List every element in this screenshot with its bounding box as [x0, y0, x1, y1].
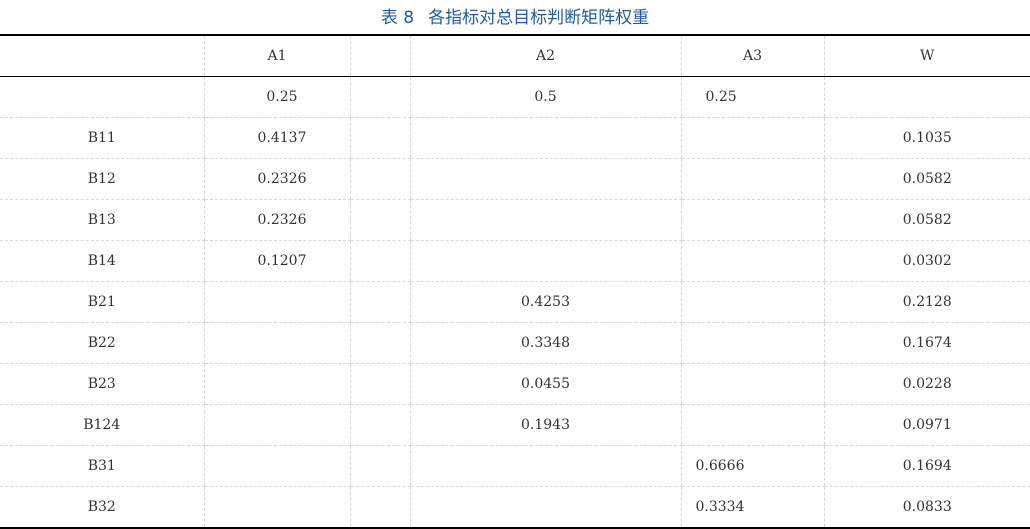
- header-cell-spacer: [349, 34, 410, 77]
- table-row: B23 0.0455 0.0228: [0, 363, 1030, 405]
- header-cell-w: W: [823, 34, 1030, 77]
- w-value-cell: 0.0833: [823, 486, 1030, 529]
- w-value-cell: 0.1035: [823, 117, 1030, 159]
- w-value-cell: 0.1694: [823, 445, 1030, 487]
- a1-value-cell: [203, 363, 350, 405]
- spacer-cell: [349, 199, 410, 241]
- w-weight-cell: [823, 76, 1030, 118]
- criteria-weights-row: 0.25 0.5 0.25: [0, 76, 1030, 118]
- a3-value-cell: [680, 240, 824, 282]
- spacer-cell: [349, 363, 410, 405]
- header-cell-a2: A2: [409, 34, 681, 77]
- spacer-cell: [349, 76, 410, 118]
- row-label-cell: B14: [0, 240, 204, 282]
- a2-value-cell: [409, 117, 681, 159]
- row-label-cell: B31: [0, 445, 204, 487]
- table-row: B13 0.2326 0.0582: [0, 199, 1030, 241]
- a2-weight-cell: 0.5: [409, 76, 681, 118]
- a1-value-cell: [203, 281, 350, 323]
- w-value-cell: 0.1674: [823, 322, 1030, 364]
- a3-weight-cell: 0.25: [680, 76, 824, 118]
- a3-value-cell: [680, 363, 824, 405]
- a2-value-cell: 0.0455: [409, 363, 681, 405]
- row-label-cell: B11: [0, 117, 204, 159]
- spacer-cell: [349, 322, 410, 364]
- a3-value-cell: [680, 158, 824, 200]
- a2-value-cell: [409, 199, 681, 241]
- spacer-cell: [349, 158, 410, 200]
- a1-value-cell: [203, 322, 350, 364]
- table-number: 表 8: [380, 8, 415, 28]
- w-value-cell: 0.0302: [823, 240, 1030, 282]
- table-row: B124 0.1943 0.0971: [0, 404, 1030, 446]
- table-row: B32 0.3334 0.0833: [0, 486, 1030, 529]
- a3-value-cell: [680, 322, 824, 364]
- a1-weight-cell: 0.25: [203, 76, 350, 118]
- a1-value-cell: [203, 486, 350, 529]
- spacer-cell: [349, 404, 410, 446]
- a3-value-cell: [680, 281, 824, 323]
- header-cell-a3: A3: [680, 34, 824, 77]
- w-value-cell: 0.0971: [823, 404, 1030, 446]
- table-row: B31 0.6666 0.1694: [0, 445, 1030, 487]
- row-label-cell: B32: [0, 486, 204, 529]
- a3-value-cell: 0.3334: [680, 486, 824, 529]
- w-value-cell: 0.0582: [823, 199, 1030, 241]
- a1-value-cell: [203, 445, 350, 487]
- a3-value-cell: [680, 404, 824, 446]
- table-row: B12 0.2326 0.0582: [0, 158, 1030, 200]
- row-label-cell: B21: [0, 281, 204, 323]
- row-label-cell: B12: [0, 158, 204, 200]
- a3-value-cell: 0.6666: [680, 445, 824, 487]
- a1-value-cell: [203, 404, 350, 446]
- a3-value-cell: [680, 117, 824, 159]
- header-cell-row-label: [0, 34, 204, 77]
- a2-value-cell: 0.1943: [409, 404, 681, 446]
- table-row: B22 0.3348 0.1674: [0, 322, 1030, 364]
- w-value-cell: 0.2128: [823, 281, 1030, 323]
- weights-table: A1 A2 A3 W 0.25 0.5 0.25 B11 0.4137 0.1035…: [0, 34, 1030, 529]
- table-row: B14 0.1207 0.0302: [0, 240, 1030, 282]
- spacer-cell: [349, 486, 410, 529]
- spacer-cell: [349, 281, 410, 323]
- header-row: A1 A2 A3 W: [0, 34, 1030, 77]
- a1-value-cell: 0.4137: [203, 117, 350, 159]
- row-label-cell: B13: [0, 199, 204, 241]
- header-cell-a1: A1: [203, 34, 350, 77]
- row-label-cell: B124: [0, 404, 204, 446]
- a2-value-cell: 0.3348: [409, 322, 681, 364]
- a2-value-cell: [409, 158, 681, 200]
- spacer-cell: [349, 117, 410, 159]
- a3-value-cell: [680, 199, 824, 241]
- a2-value-cell: [409, 445, 681, 487]
- table-row: B21 0.4253 0.2128: [0, 281, 1030, 323]
- a1-value-cell: 0.2326: [203, 199, 350, 241]
- a2-value-cell: [409, 240, 681, 282]
- w-value-cell: 0.0582: [823, 158, 1030, 200]
- a1-value-cell: 0.2326: [203, 158, 350, 200]
- table-title: 各指标对总目标判断矩阵权重: [428, 8, 650, 28]
- table-row: B11 0.4137 0.1035: [0, 117, 1030, 159]
- spacer-cell: [349, 445, 410, 487]
- a2-value-cell: [409, 486, 681, 529]
- a1-value-cell: 0.1207: [203, 240, 350, 282]
- w-value-cell: 0.0228: [823, 363, 1030, 405]
- spacer-cell: [349, 240, 410, 282]
- table-caption: 表 8 各指标对总目标判断矩阵权重: [0, 0, 1030, 34]
- row-label-cell: [0, 76, 204, 118]
- a2-value-cell: 0.4253: [409, 281, 681, 323]
- row-label-cell: B22: [0, 322, 204, 364]
- row-label-cell: B23: [0, 363, 204, 405]
